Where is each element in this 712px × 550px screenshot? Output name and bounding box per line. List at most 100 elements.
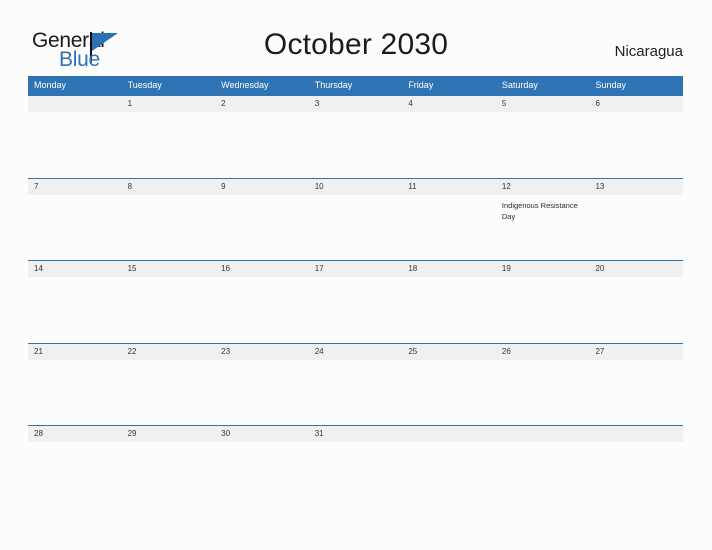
day-number: 2 — [215, 96, 309, 112]
day-event — [309, 442, 403, 447]
day-cell[interactable] — [589, 426, 684, 508]
day-cell[interactable]: 16 — [215, 261, 309, 343]
day-number: 18 — [402, 261, 496, 277]
weekday-header-row: Monday Tuesday Wednesday Thursday Friday… — [28, 76, 683, 95]
week-row: 1 2 3 4 5 6 — [28, 95, 684, 178]
day-cell[interactable]: 10 — [308, 178, 403, 261]
day-number: 12 — [495, 178, 590, 195]
day-cell[interactable]: 20 — [589, 261, 684, 343]
day-event — [28, 112, 122, 117]
day-cell[interactable]: 6 — [589, 96, 684, 178]
day-number: 20 — [589, 261, 684, 277]
day-number: 26 — [495, 343, 590, 360]
day-number: 5 — [495, 96, 590, 112]
day-cell[interactable]: 19 — [495, 261, 590, 343]
day-event — [215, 360, 309, 365]
day-number: 25 — [402, 343, 496, 360]
day-event — [402, 277, 496, 282]
week-row: 7 8 9 10 11 12 Indigenous Resistance Day… — [28, 177, 684, 261]
day-cell[interactable]: 28 — [28, 426, 122, 508]
day-number: 11 — [402, 178, 496, 195]
day-event — [309, 360, 403, 365]
day-event — [496, 442, 590, 447]
day-event — [496, 360, 590, 365]
day-event — [589, 360, 683, 365]
day-cell[interactable]: 12 Indigenous Resistance Day — [495, 178, 590, 261]
day-event — [28, 360, 122, 365]
weekday-header-saturday: Saturday — [501, 80, 538, 90]
day-event — [402, 112, 496, 117]
day-cell[interactable]: 4 — [402, 96, 496, 178]
day-cell[interactable]: 31 — [308, 426, 403, 508]
day-cell[interactable]: 23 — [215, 343, 309, 426]
day-cell[interactable]: 15 — [121, 261, 216, 343]
day-cell[interactable]: 22 — [121, 343, 216, 426]
day-number — [495, 426, 590, 442]
weekday-header-friday: Friday — [408, 80, 434, 90]
day-cell[interactable]: 26 — [495, 343, 590, 426]
day-number: 4 — [402, 96, 496, 112]
day-cell[interactable]: 9 — [215, 178, 309, 261]
day-cell[interactable]: 24 — [308, 343, 403, 426]
day-event — [122, 277, 216, 282]
day-event — [402, 360, 496, 365]
day-cell[interactable]: 5 — [495, 96, 590, 178]
day-number: 27 — [589, 343, 684, 360]
day-event — [122, 360, 216, 365]
week-row: 28 29 30 31 — [28, 425, 684, 508]
day-cell[interactable]: 18 — [402, 261, 496, 343]
day-cell[interactable]: 14 — [28, 261, 122, 343]
weekday-header-monday: Monday — [34, 80, 67, 90]
day-number: 16 — [215, 261, 309, 277]
day-number: 1 — [121, 96, 216, 112]
day-cell[interactable]: 17 — [308, 261, 403, 343]
day-number: 8 — [121, 178, 216, 195]
day-number: 23 — [215, 343, 309, 360]
calendar-page: General Blue October 2030 Nicaragua Mond… — [0, 0, 712, 550]
day-cell[interactable]: 11 — [402, 178, 496, 261]
day-event — [309, 112, 403, 117]
day-cell[interactable]: 3 — [308, 96, 403, 178]
day-cell[interactable]: 25 — [402, 343, 496, 426]
day-number: 31 — [308, 426, 403, 442]
day-event — [122, 195, 216, 200]
weekday-header-thursday: Thursday — [314, 80, 353, 90]
day-cell[interactable]: 1 — [121, 96, 216, 178]
day-event — [589, 442, 683, 447]
day-number: 14 — [28, 261, 122, 277]
day-number — [28, 96, 122, 112]
day-number: 13 — [589, 178, 684, 195]
day-cell[interactable]: 7 — [28, 178, 122, 261]
day-cell[interactable]: 29 — [121, 426, 216, 508]
day-cell[interactable]: 2 — [215, 96, 309, 178]
day-number: 17 — [308, 261, 403, 277]
day-event — [402, 442, 496, 447]
country-label: Nicaragua — [614, 43, 683, 60]
day-number — [402, 426, 496, 442]
day-number: 30 — [215, 426, 309, 442]
day-number: 21 — [28, 343, 122, 360]
day-event — [215, 112, 309, 117]
day-cell[interactable]: 30 — [215, 426, 309, 508]
day-event — [215, 195, 309, 200]
day-number: 28 — [28, 426, 122, 442]
week-row: 21 22 23 24 25 26 27 — [28, 342, 684, 426]
day-cell[interactable]: 8 — [121, 178, 216, 261]
day-number: 9 — [215, 178, 309, 195]
day-cell[interactable] — [495, 426, 590, 508]
day-cell[interactable]: 27 — [589, 343, 684, 426]
calendar-grid: Monday Tuesday Wednesday Thursday Friday… — [28, 76, 684, 508]
day-number: 7 — [28, 178, 122, 195]
day-cell[interactable] — [28, 96, 122, 178]
day-number: 15 — [121, 261, 216, 277]
day-number: 29 — [121, 426, 216, 442]
day-cell[interactable]: 21 — [28, 343, 122, 426]
day-number: 19 — [495, 261, 590, 277]
day-event — [215, 277, 309, 282]
day-cell[interactable] — [402, 426, 496, 508]
day-cell[interactable]: 13 — [589, 178, 684, 261]
page-header: General Blue October 2030 Nicaragua — [0, 0, 712, 76]
day-event — [402, 195, 496, 200]
day-event — [28, 195, 122, 200]
day-event — [589, 277, 683, 282]
